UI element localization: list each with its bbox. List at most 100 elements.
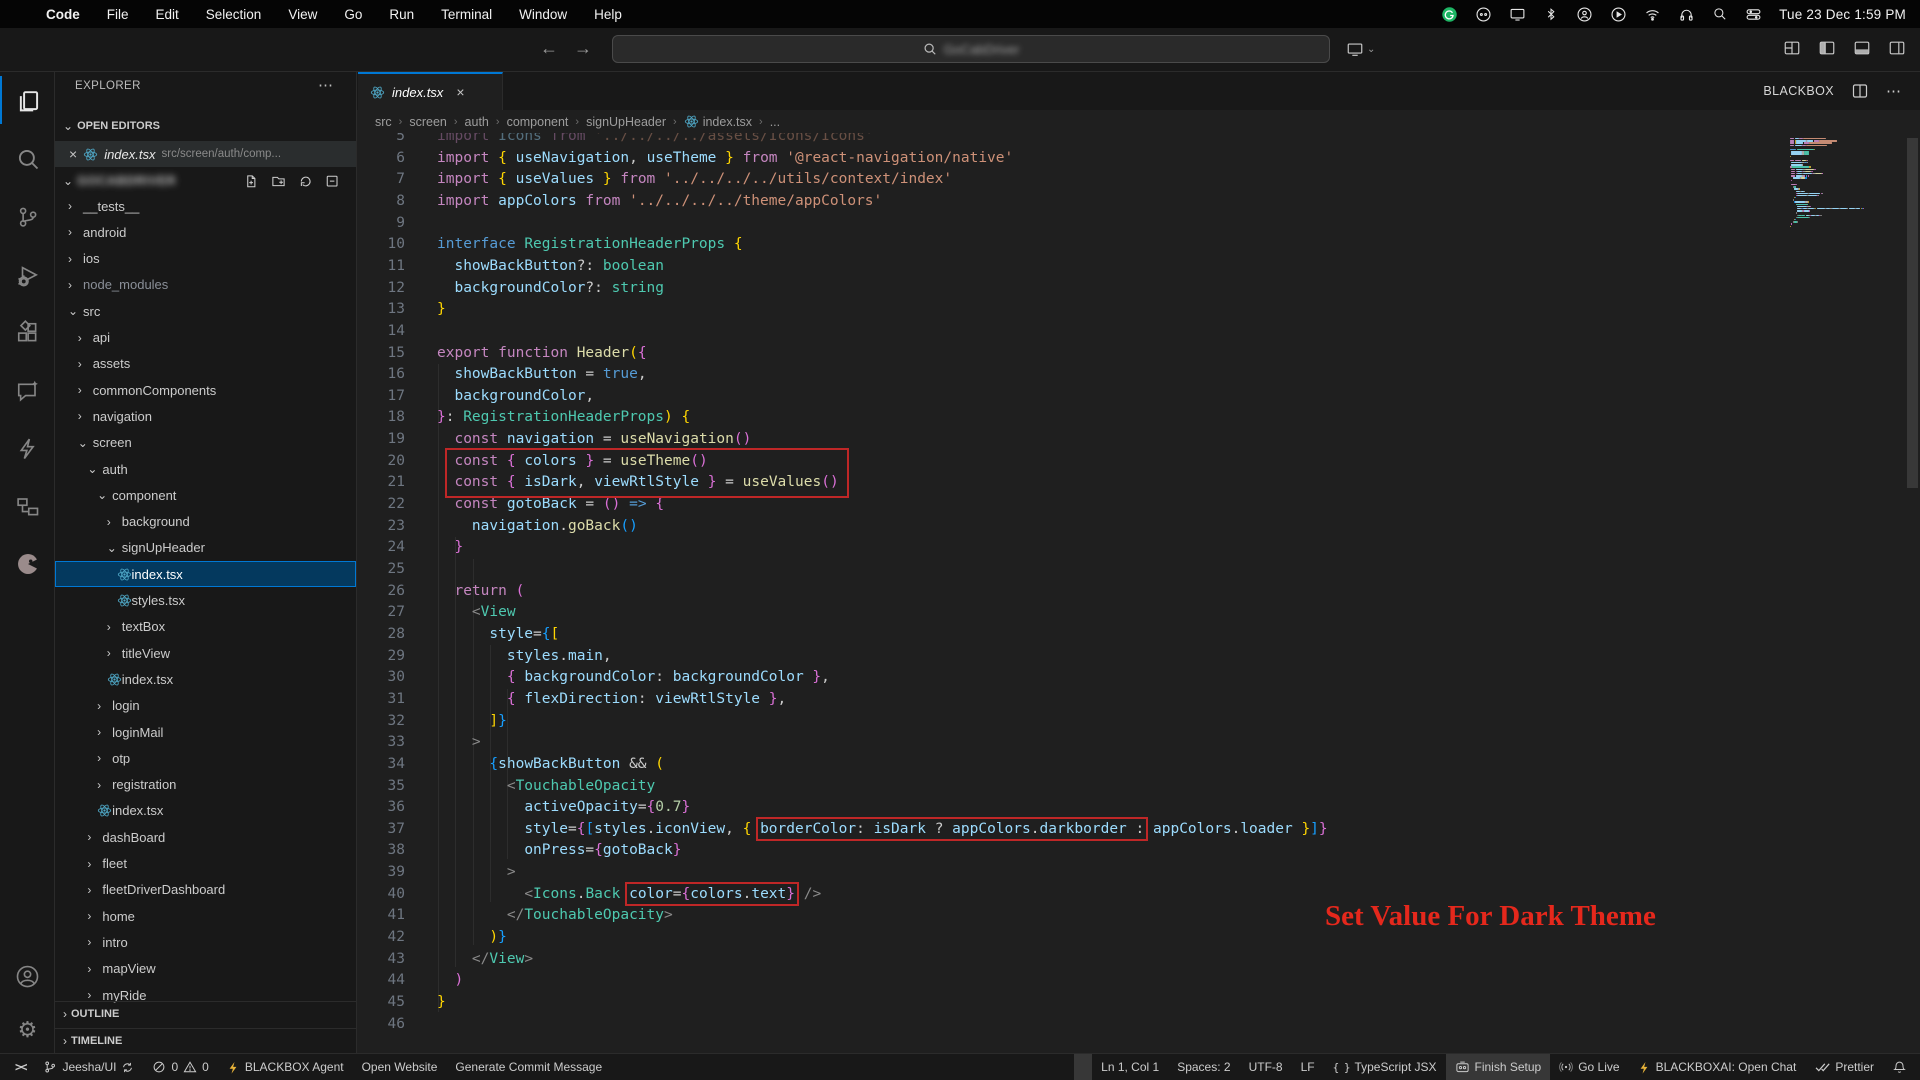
activitybar-extensions[interactable] (0, 308, 55, 356)
breadcrumb-item-screen[interactable]: screen (409, 115, 447, 129)
menu-edit[interactable]: Edit (156, 7, 179, 22)
spotlight-icon[interactable] (1712, 6, 1728, 22)
editor-scrollbar[interactable] (1907, 138, 1918, 488)
folder-textbox[interactable]: ›textBox (55, 614, 356, 640)
file-indextsx[interactable]: index.tsx (55, 798, 356, 824)
folder-fleet[interactable]: ›fleet (55, 851, 356, 877)
folder-nodemodules[interactable]: ›node_modules (55, 272, 356, 298)
open-editor-item[interactable]: × index.tsx src/screen/auth/comp... (55, 141, 356, 167)
folder-fleetdriverdashboard[interactable]: ›fleetDriverDashboard (55, 877, 356, 903)
open-editors-section[interactable]: ⌄ OPEN EDITORS (55, 114, 356, 138)
folder-dashboard[interactable]: ›dashBoard (55, 824, 356, 850)
menu-terminal[interactable]: Terminal (441, 7, 492, 22)
bluetooth-icon[interactable] (1543, 6, 1559, 22)
command-center-search[interactable]: GoCabDriver (612, 35, 1330, 63)
folder-screen[interactable]: ⌄screen (55, 430, 356, 456)
wifi-icon[interactable] (1644, 6, 1661, 23)
file-stylestsx[interactable]: styles.tsx (55, 588, 356, 614)
new-file-icon[interactable] (244, 174, 259, 189)
project-root-row[interactable]: ⌄ GOCABDRIVER (55, 168, 356, 194)
statusbar-indentation[interactable]: Spaces: 2 (1168, 1054, 1239, 1080)
play-icon[interactable] (1610, 6, 1627, 23)
headphones-icon[interactable] (1678, 6, 1695, 23)
folder-signupheader[interactable]: ⌄signUpHeader (55, 535, 356, 561)
folder-mapview[interactable]: ›mapView (55, 956, 356, 982)
folder-titleview[interactable]: ›titleView (55, 640, 356, 666)
menu-go[interactable]: Go (344, 7, 362, 22)
tab-index-tsx[interactable]: index.tsx × (358, 72, 503, 110)
activitybar-lightning[interactable] (0, 424, 55, 472)
file-indextsx[interactable]: index.tsx (55, 666, 356, 692)
timeline-section[interactable]: › TIMELINE (55, 1028, 356, 1052)
activitybar-debug[interactable] (0, 250, 55, 298)
statusbar-remote-indicator[interactable]: >< (6, 1054, 34, 1080)
folder-ios[interactable]: ›ios (55, 246, 356, 272)
activitybar-flow[interactable] (0, 482, 55, 530)
breadcrumb-item-auth[interactable]: auth (465, 115, 489, 129)
close-icon[interactable]: × (69, 146, 77, 162)
history-forward-button[interactable]: → (574, 38, 592, 59)
statusbar-eol[interactable]: LF (1292, 1054, 1324, 1080)
activitybar-blackbox-logo[interactable] (0, 540, 55, 588)
menu-code[interactable]: Code (46, 7, 80, 22)
creative-cloud-icon[interactable] (1475, 6, 1492, 23)
activitybar-source-control[interactable] (0, 192, 55, 240)
folder-login[interactable]: ›login (55, 693, 356, 719)
statusbar-prettier[interactable]: Prettier (1805, 1054, 1883, 1080)
breadcrumb-item-[interactable]: ... (770, 115, 780, 129)
outline-section[interactable]: › OUTLINE (55, 1001, 356, 1025)
breadcrumb-item-src[interactable]: src (375, 115, 392, 129)
menu-help[interactable]: Help (594, 7, 622, 22)
activitybar-files[interactable] (0, 76, 55, 124)
statusbar-generate-commit-message[interactable]: Generate Commit Message (446, 1054, 611, 1080)
folder-commoncomponents[interactable]: ›commonComponents (55, 377, 356, 403)
statusbar-blackbox-chat[interactable]: BLACKBOXAI: Open Chat (1629, 1054, 1806, 1080)
statusbar-finish-setup[interactable]: Finish Setup (1446, 1054, 1551, 1080)
panel-right-icon[interactable] (1888, 39, 1906, 57)
code-area[interactable]: Set Value For Dark Theme 5import Icons f… (357, 72, 1920, 1053)
statusbar-open-website[interactable]: Open Website (353, 1054, 447, 1080)
folder-tests[interactable]: ›__tests__ (55, 193, 356, 219)
menu-view[interactable]: View (288, 7, 317, 22)
statusbar-zoom-indicator[interactable] (1074, 1054, 1092, 1080)
statusbar-cursor-position[interactable]: Ln 1, Col 1 (1092, 1054, 1168, 1080)
collapse-all-icon[interactable] (325, 174, 340, 189)
split-editor-icon[interactable] (1852, 83, 1868, 99)
folder-component[interactable]: ⌄component (55, 482, 356, 508)
file-indextsx[interactable]: index.tsx (55, 561, 356, 587)
refresh-icon[interactable] (298, 174, 313, 189)
menu-selection[interactable]: Selection (206, 7, 262, 22)
folder-loginmail[interactable]: ›loginMail (55, 719, 356, 745)
close-icon[interactable]: × (456, 84, 464, 100)
blackbox-editor-label[interactable]: BLACKBOX (1763, 84, 1834, 98)
statusbar-notifications[interactable] (1883, 1054, 1916, 1080)
history-back-button[interactable]: ← (540, 38, 558, 59)
folder-background[interactable]: ›background (55, 509, 356, 535)
folder-auth[interactable]: ⌄auth (55, 456, 356, 482)
layout-grid-icon[interactable] (1783, 39, 1801, 57)
folder-intro[interactable]: ›intro (55, 929, 356, 955)
breadcrumb-item-indextsx[interactable]: index.tsx (684, 114, 752, 129)
statusbar-problems[interactable]: 00 (143, 1054, 217, 1080)
display-icon[interactable] (1509, 6, 1526, 23)
activitybar-account[interactable] (0, 952, 55, 1000)
statusbar-encoding[interactable]: UTF-8 (1240, 1054, 1292, 1080)
panel-bottom-icon[interactable] (1853, 39, 1871, 57)
control-center-icon[interactable] (1745, 6, 1762, 23)
statusbar-language-mode[interactable]: { }TypeScript JSX (1324, 1054, 1446, 1080)
explorer-more-actions[interactable]: ⋯ (318, 76, 334, 94)
editor-more-actions-icon[interactable]: ⋯ (1886, 82, 1902, 100)
breadcrumb-item-component[interactable]: component (507, 115, 569, 129)
breadcrumb-item-signUpHeader[interactable]: signUpHeader (586, 115, 666, 129)
folder-navigation[interactable]: ›navigation (55, 403, 356, 429)
menu-file[interactable]: File (107, 7, 129, 22)
screen-cast-button[interactable]: ⌄ (1346, 40, 1375, 58)
folder-registration[interactable]: ›registration (55, 772, 356, 798)
grammarly-icon[interactable] (1441, 6, 1458, 23)
statusbar-blackbox-agent[interactable]: BLACKBOX Agent (218, 1054, 353, 1080)
folder-assets[interactable]: ›assets (55, 351, 356, 377)
statusbar-go-live[interactable]: Go Live (1550, 1054, 1628, 1080)
menu-window[interactable]: Window (519, 7, 567, 22)
folder-home[interactable]: ›home (55, 903, 356, 929)
breadcrumb[interactable]: src›screen›auth›component›signUpHeader›i… (357, 110, 1920, 133)
